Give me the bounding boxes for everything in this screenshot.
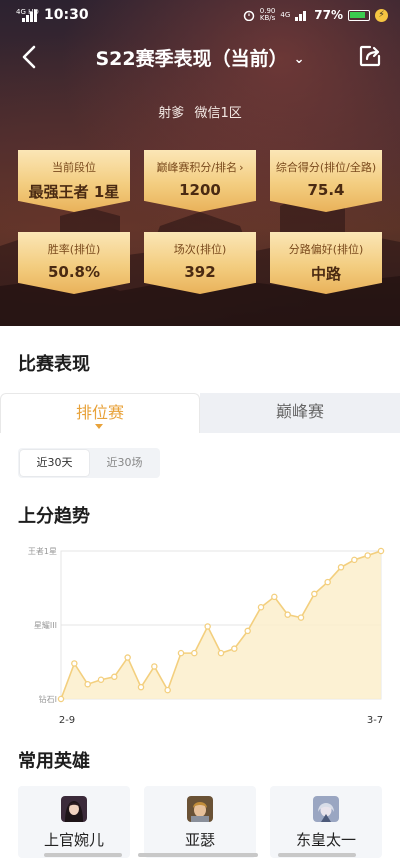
data-point [231,645,238,652]
data-point [284,611,291,618]
battery-percent: 77% [314,8,343,22]
stat-value: 75.4 [307,181,345,199]
network-type-2: 4G [280,10,291,19]
stat-value: 392 [184,263,216,281]
data-point [311,590,318,598]
hero-card[interactable]: 亚瑟 [144,786,256,858]
hero-donghuang-avatar-icon [313,796,339,822]
data-point [271,593,278,601]
scroll-indicator [44,853,122,857]
player-info: 射爹 微信1区 [0,102,400,121]
section-title-match: 比赛表现 [18,354,90,375]
hero-name: 上官婉儿 [43,831,104,849]
data-point [244,627,251,635]
rank-trend-chart: 钻石I 星耀III 王者1星 2-9 3-7 [14,540,386,730]
y-tick-label: 星耀III [34,621,57,630]
season-selector[interactable]: S22赛季表现（当前） ⌄ [0,44,400,71]
share-icon[interactable] [358,44,382,68]
stat-label: 胜率(排位) [47,243,101,256]
chevron-down-icon: ⌄ [293,52,305,67]
x-tick-label: 3-7 [367,715,383,726]
range-option-30-days[interactable]: 近30天 [20,450,89,476]
tab-peak[interactable]: 巅峰赛 [200,393,400,433]
data-point [204,623,211,630]
y-tick-label: 钻石I [39,694,57,704]
hero-arthur-avatar-icon [187,796,213,822]
nav-bar: S22赛季表现（当前） ⌄ [0,36,400,80]
page-title: S22赛季表现（当前） [95,48,288,70]
data-point [97,676,105,684]
stat-card-winrate: 胜率(排位) 50.8% [18,232,130,294]
data-point [297,614,305,621]
hero-name: 亚瑟 [184,831,215,849]
alarm-icon [243,10,255,21]
player-role: 射爹 [158,106,185,121]
stat-card-peak[interactable]: 巅峰赛积分/排名 › 1200 [144,150,256,212]
data-point [177,649,185,657]
stat-card-rank: 当前段位 最强王者 1星 [18,150,130,212]
data-point [324,578,331,586]
data-point [57,695,65,703]
scroll-indicator [278,853,356,857]
battery-icon [348,9,370,21]
signal-bars-icon [22,10,37,22]
hero-card[interactable]: 东皇太一 [270,786,382,858]
data-point [364,552,371,559]
stat-label: 巅峰赛积分/排名 [156,161,238,174]
data-point [191,649,198,657]
stat-value: 最强王者 1星 [28,183,120,201]
charging-icon: ⚡ [375,8,388,22]
hero-header: 4G HD 10:30 0.90 KB/s 4G 77% ⚡ S22赛季表现（当… [0,0,400,326]
net-speed: 0.90 KB/s [260,8,276,22]
hero-card[interactable]: 上官婉儿 [18,786,130,858]
stat-card-score: 综合得分(排位/全路) 75.4 [270,150,382,212]
y-tick-label: 王者1星 [28,547,57,556]
data-point [257,603,265,611]
clock: 10:30 [44,7,89,23]
data-point [151,663,158,670]
data-point [71,660,78,667]
data-point [84,680,91,688]
hero-name: 东皇太一 [295,831,356,849]
chevron-right-icon: › [239,161,244,174]
data-point [124,654,131,661]
stat-value: 中路 [310,265,341,283]
range-option-30-games[interactable]: 近30场 [90,450,159,476]
status-bar: 4G HD 10:30 0.90 KB/s 4G 77% ⚡ [0,0,400,32]
section-title-trend: 上分趋势 [18,506,90,527]
stat-label-row: 巅峰赛积分/排名 › [144,159,256,175]
scroll-indicator [138,853,258,857]
rank-trend-svg: 钻石I 星耀III 王者1星 2-9 3-7 [28,547,385,726]
section-title-heroes: 常用英雄 [18,751,90,772]
stat-value: 50.8% [47,263,101,281]
data-point [351,556,358,564]
stat-label: 综合得分(排位/全路) [275,161,377,174]
data-point [164,686,171,694]
stat-card-lane: 分路偏好(排位) 中路 [270,232,382,294]
match-tabs: 排位赛 巅峰赛 [0,393,400,433]
stat-label: 分路偏好(排位) [288,243,364,256]
data-point [217,649,225,657]
hero-shangguan-avatar-icon [61,796,87,822]
range-selector: 近30天 近30场 [18,448,160,478]
data-point [337,564,345,571]
stat-label: 当前段位 [52,161,96,174]
signal-bars-icon [295,11,307,21]
speed-unit: KB/s [259,14,276,22]
x-tick-label: 2-9 [59,715,75,726]
stat-label: 场次(排位) [173,243,227,256]
player-server: 微信1区 [194,106,242,121]
data-point [377,547,385,555]
tab-active-indicator-icon [95,424,103,429]
data-point [111,673,118,681]
stat-value: 1200 [179,181,221,199]
data-point [137,683,145,691]
stat-card-matches: 场次(排位) 392 [144,232,256,294]
